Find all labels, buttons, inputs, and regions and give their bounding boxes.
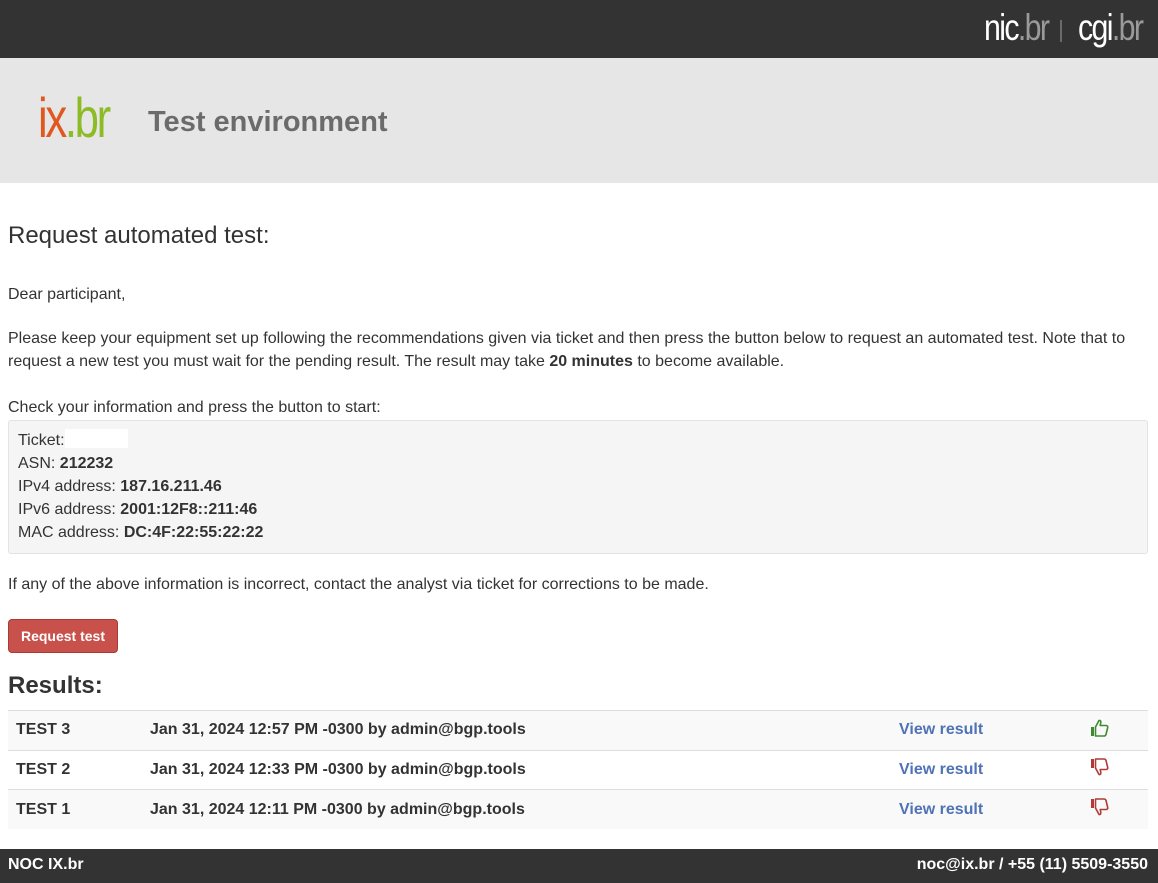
thumbs-down-icon: [1091, 798, 1109, 816]
logo-ix-text: ix: [38, 86, 67, 149]
page-footer: NOC IX.br noc@ix.br / +55 (11) 5509-3550: [0, 849, 1158, 883]
status-cell: [1089, 750, 1148, 790]
asn-label: ASN:: [18, 455, 60, 472]
ticket-label: Ticket:: [18, 432, 65, 449]
ipv4-value: 187.16.211.46: [120, 478, 222, 495]
mac-line: MAC address: DC:4F:22:55:22:22: [18, 521, 1138, 544]
ix-br-logo[interactable]: ix.br: [38, 86, 111, 149]
ipv6-label: IPv6 address:: [18, 501, 121, 518]
cgi-text: cgi: [1078, 7, 1114, 48]
test-name: TEST 2: [16, 760, 71, 778]
ipv4-line: IPv4 address: 187.16.211.46: [18, 475, 1138, 498]
table-row: TEST 3 Jan 31, 2024 12:57 PM -0300 by ad…: [8, 710, 1148, 751]
view-result-link[interactable]: View result: [899, 750, 1089, 790]
asn-value: 212232: [59, 455, 114, 472]
mac-value: DC:4F:22:55:22:22: [123, 524, 264, 541]
intro-duration: 20 minutes: [549, 353, 633, 370]
top-bar: nic.br cgi.br: [0, 0, 1158, 58]
ticket-line: Ticket:: [18, 429, 1138, 452]
ipv6-value: 2001:12F8::211:46: [120, 501, 258, 518]
asn-line: ASN: 212232: [18, 452, 1138, 475]
test-date: Jan 31, 2024 12:33 PM -0300 by admin@bgp…: [150, 760, 526, 778]
footer-noc-name: NOC IX.br: [8, 856, 84, 873]
cgi-br-logo[interactable]: cgi.br: [1078, 7, 1144, 48]
status-cell: [1089, 711, 1148, 751]
view-result-link[interactable]: View result: [899, 711, 1089, 751]
mac-label: MAC address:: [18, 524, 124, 541]
table-row: TEST 2 Jan 31, 2024 12:33 PM -0300 by ad…: [8, 750, 1148, 790]
test-name: TEST 3: [16, 721, 71, 739]
status-cell: [1089, 790, 1148, 830]
thumbs-up-icon: [1091, 719, 1109, 737]
ticket-value-redacted: [64, 429, 128, 448]
logo-dot: .: [64, 86, 77, 149]
test-date: Jan 31, 2024 12:57 PM -0300 by admin@bgp…: [150, 721, 526, 739]
nic-text: nic: [984, 7, 1020, 48]
logo-br-text: br: [74, 86, 111, 149]
results-table: TEST 3 Jan 31, 2024 12:57 PM -0300 by ad…: [8, 710, 1148, 830]
cgi-tld: .br: [1111, 7, 1144, 48]
ipv4-label: IPv4 address:: [18, 478, 121, 495]
intro-text-end: to become available.: [632, 353, 785, 370]
nic-br-logo[interactable]: nic.br: [984, 7, 1050, 48]
request-test-button[interactable]: Request test: [8, 619, 118, 653]
test-name: TEST 1: [16, 800, 71, 818]
check-info-text: Check your information and press the but…: [8, 399, 381, 416]
incorrect-info-text: If any of the above information is incor…: [8, 576, 709, 593]
test-date: Jan 31, 2024 12:11 PM -0300 by admin@bgp…: [150, 800, 525, 818]
table-row: TEST 1 Jan 31, 2024 12:11 PM -0300 by ad…: [8, 789, 1148, 830]
results-heading: Results:: [8, 672, 103, 699]
thumbs-down-icon: [1091, 758, 1109, 776]
view-result-link[interactable]: View result: [899, 790, 1089, 830]
nic-tld: .br: [1017, 7, 1050, 48]
page-title: Test environment: [148, 106, 388, 138]
request-heading: Request automated test:: [8, 222, 270, 249]
ipv6-line: IPv6 address: 2001:12F8::211:46: [18, 498, 1138, 521]
page-header: ix.br Test environment: [0, 58, 1158, 183]
intro-paragraph: Please keep your equipment set up follow…: [8, 327, 1150, 373]
brand-separator: [1060, 20, 1062, 42]
participant-info-box: Ticket: ASN: 212232 IPv4 address: 187.16…: [8, 420, 1148, 554]
footer-contact[interactable]: noc@ix.br / +55 (11) 5509-3550: [917, 856, 1148, 874]
greeting-text: Dear participant,: [8, 286, 126, 303]
